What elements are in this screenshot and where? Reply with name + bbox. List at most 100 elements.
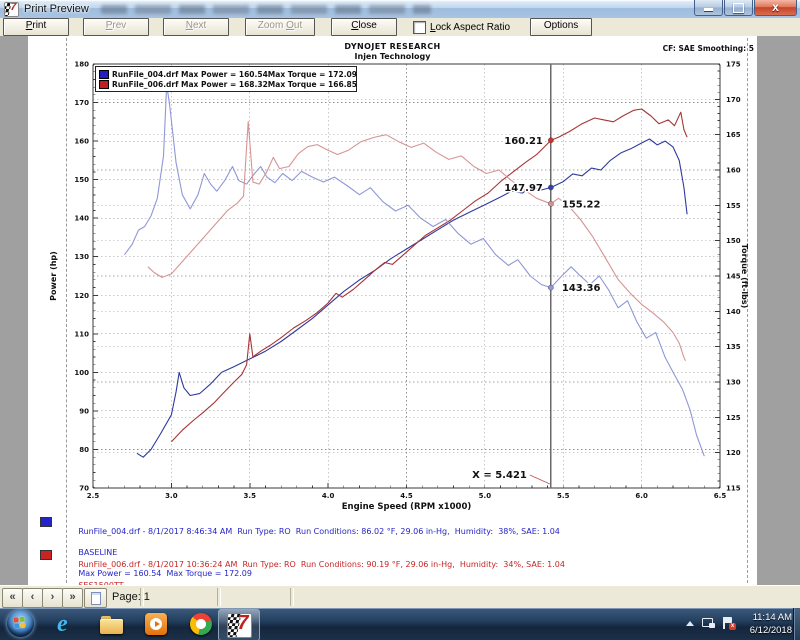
svg-text:130: 130 <box>726 379 741 387</box>
run-006-conditions: RunFile_006.drf - 8/1/2017 10:36:24 AM R… <box>78 560 565 569</box>
next-page-button[interactable]: › <box>42 588 63 608</box>
windows-logo-icon <box>13 616 27 630</box>
lock-aspect-ratio-label: Lock Aspect Ratio <box>430 22 510 33</box>
chrome-icon <box>190 613 212 635</box>
readout-dot <box>548 285 553 290</box>
svg-text:6.5: 6.5 <box>714 492 727 500</box>
statusbar-divider <box>140 588 144 606</box>
svg-text:100: 100 <box>74 369 89 377</box>
readout-label: 155.22 <box>562 199 601 210</box>
page-number-label: Page: 1 <box>112 591 150 603</box>
legend-row-runfile-006: RunFile_006.drf Max Power = 168.32 Max T… <box>99 79 353 89</box>
svg-text:165: 165 <box>726 131 741 139</box>
statusbar-divider <box>290 588 294 606</box>
last-page-button[interactable]: » <box>62 588 83 608</box>
svg-text:3.0: 3.0 <box>165 492 178 500</box>
taskbar-internet-explorer[interactable]: e <box>57 612 83 637</box>
page-setup-button[interactable] <box>84 588 107 608</box>
statusbar: « ‹ › » Page: 1 <box>0 585 800 609</box>
clock-time: 11:14 AM <box>753 612 792 623</box>
svg-text:5.5: 5.5 <box>557 492 570 500</box>
taskbar-media-player[interactable] <box>145 612 171 637</box>
page-icon <box>91 592 101 605</box>
start-button[interactable] <box>7 610 34 637</box>
lock-aspect-ratio-checkbox[interactable]: Lock Aspect Ratio <box>413 21 510 34</box>
winpep-icon: 7 <box>227 613 252 638</box>
svg-text:110: 110 <box>74 330 89 338</box>
taskbar-file-explorer[interactable] <box>100 612 126 637</box>
maximize-button[interactable] <box>724 0 753 16</box>
show-desktop-button[interactable] <box>793 608 800 640</box>
titlebar: 7 Print Preview x <box>0 0 800 18</box>
svg-text:135: 135 <box>726 343 741 351</box>
readout-dot <box>548 138 553 143</box>
window-title: Print Preview <box>24 3 89 15</box>
next-button[interactable]: Next <box>163 18 229 36</box>
svg-text:155: 155 <box>726 202 741 210</box>
system-tray: x <box>686 617 734 629</box>
close-preview-button[interactable]: Close <box>331 18 397 36</box>
run-004-swatch <box>40 517 52 527</box>
svg-text:120: 120 <box>74 292 89 300</box>
options-button[interactable]: Options <box>530 18 592 36</box>
svg-text:115: 115 <box>726 485 741 493</box>
close-button[interactable]: x <box>754 0 797 16</box>
close-icon: x <box>772 0 779 14</box>
network-tray-icon[interactable] <box>702 618 715 629</box>
minimize-button[interactable] <box>694 0 723 16</box>
svg-text:4.0: 4.0 <box>322 492 335 500</box>
run-004-conditions: RunFile_004.drf - 8/1/2017 8:46:34 AM Ru… <box>78 527 560 536</box>
left-axis-label: Power (hp) <box>49 251 58 301</box>
print-button[interactable]: Print <box>3 18 69 36</box>
show-hidden-icons-button[interactable] <box>686 621 694 626</box>
readout-dot <box>548 201 553 206</box>
svg-text:160: 160 <box>726 167 741 175</box>
run-006-swatch <box>40 550 52 560</box>
svg-text:140: 140 <box>726 308 741 316</box>
svg-text:150: 150 <box>726 237 741 245</box>
cursor-readouts: 160.21147.97155.22143.36 <box>504 136 600 294</box>
statusbar-divider <box>217 588 221 606</box>
svg-text:175: 175 <box>726 61 741 69</box>
curve-power_RunFile_004 <box>137 139 687 457</box>
internet-explorer-icon: e <box>57 611 68 637</box>
prev-button[interactable]: Prev <box>83 18 149 36</box>
preview-area: DYNOJET RESEARCH Injen Technology CF: SA… <box>0 36 800 585</box>
taskbar-clock[interactable]: 11:14 AM 6/12/2018 <box>732 611 792 637</box>
readout-dot <box>548 185 553 190</box>
legend-swatch-blue <box>99 70 109 79</box>
maximize-icon <box>733 3 744 13</box>
chart-legend: RunFile_004.drf Max Power = 160.54 Max T… <box>95 66 357 92</box>
dyno-chart: 7080901001101201301401501601701801151201… <box>0 36 800 585</box>
checkbox-box[interactable] <box>413 21 426 34</box>
prev-page-button[interactable]: ‹ <box>22 588 43 608</box>
readout-label: 160.21 <box>504 136 543 147</box>
taskbar-winpep-active[interactable]: 7 <box>218 609 260 640</box>
svg-text:125: 125 <box>726 414 741 422</box>
axis-tick-labels: 7080901001101201301401501601701801151201… <box>74 61 740 501</box>
svg-text:180: 180 <box>74 61 89 69</box>
svg-text:6.0: 6.0 <box>635 492 648 500</box>
zoom-out-button[interactable]: Zoom Out <box>245 18 315 36</box>
legend-row-runfile-004: RunFile_004.drf Max Power = 160.54 Max T… <box>99 69 353 79</box>
minimize-icon <box>704 8 713 11</box>
svg-text:170: 170 <box>726 96 741 104</box>
taskbar: e 7 x 11:14 AM 6/12/2018 <box>0 608 800 640</box>
first-page-button[interactable]: « <box>2 588 23 608</box>
toolbar: Print Prev Next Zoom Out Close Lock Aspe… <box>0 18 800 37</box>
right-axis-label: Torque (ft-lbs) <box>740 244 749 309</box>
svg-text:4.5: 4.5 <box>400 492 413 500</box>
cursor-x-pointer <box>530 475 550 484</box>
svg-text:3.5: 3.5 <box>244 492 257 500</box>
winpep-7-glyph: 7 <box>9 2 18 13</box>
legend-swatch-red <box>99 80 109 89</box>
readout-label: 147.97 <box>504 183 543 194</box>
taskbar-chrome[interactable] <box>190 612 216 637</box>
print-preview-window: 7 Print Preview x Print Prev Next Zoom O… <box>0 0 800 640</box>
play-icon <box>155 621 160 627</box>
svg-text:2.5: 2.5 <box>87 492 100 500</box>
cursor-x-label: X = 5.421 <box>472 470 527 481</box>
winpep-app-icon: 7 <box>4 2 19 17</box>
svg-text:90: 90 <box>79 407 89 415</box>
x-axis-label: Engine Speed (RPM x1000) <box>342 502 472 512</box>
